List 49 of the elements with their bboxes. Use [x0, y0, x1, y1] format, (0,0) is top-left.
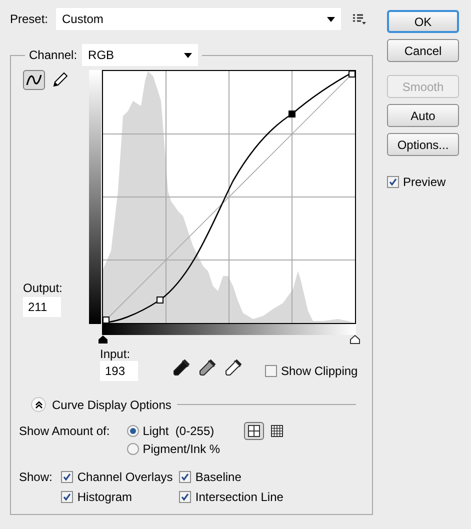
curve-point[interactable]	[102, 316, 110, 324]
radio-label: Pigment/Ink %	[142, 442, 220, 456]
show-label: Show:	[19, 470, 52, 486]
output-label: Output:	[23, 281, 64, 295]
curve-graph[interactable]	[102, 70, 356, 324]
dialog-button[interactable]: Cancel	[387, 39, 459, 62]
grid-icon	[271, 425, 284, 437]
preset-dropdown[interactable]: Custom	[56, 8, 342, 30]
checkbox-label: Channel Overlays	[77, 470, 173, 484]
checkbox-label: Histogram	[77, 490, 132, 504]
list-menu-icon[interactable]	[352, 13, 366, 25]
checkbox[interactable]	[179, 491, 192, 503]
eyedropper-icon	[198, 359, 216, 377]
channel-label: Channel:	[29, 48, 78, 62]
eyedropper-icon	[224, 359, 242, 377]
input-label: Input:	[100, 347, 132, 361]
checkbox[interactable]	[61, 471, 74, 483]
checkbox[interactable]	[179, 471, 192, 483]
curve-icon	[26, 73, 42, 87]
input-slider-handle[interactable]	[350, 335, 360, 344]
pencil-icon	[52, 72, 68, 88]
checkbox[interactable]	[61, 491, 74, 503]
eyedropper-icon	[172, 359, 190, 377]
radio-button[interactable]	[126, 443, 139, 455]
chevron-icon	[34, 400, 42, 408]
input-slider-handle[interactable]	[98, 335, 108, 344]
show-clipping-label: Show Clipping	[281, 364, 358, 378]
collapse-button[interactable]	[31, 397, 46, 412]
preview-label: Preview	[403, 175, 446, 189]
channel-dropdown[interactable]: RGB	[82, 44, 198, 66]
radio-label: Light (0-255)	[142, 424, 214, 438]
curve-point[interactable]	[156, 296, 164, 304]
checkbox-label: Baseline	[195, 470, 242, 484]
checkbox-label: Intersection Line	[195, 490, 284, 504]
grid-icon	[248, 425, 260, 437]
grid-size-button[interactable]	[244, 422, 264, 440]
dialog-button[interactable]: Auto	[387, 104, 459, 127]
dialog-button[interactable]: Options...	[387, 133, 459, 156]
show-amount-label: Show Amount of:	[19, 424, 110, 440]
curve-tool-button[interactable]	[23, 70, 45, 90]
input-field[interactable]: 193	[100, 361, 138, 381]
section-title: Curve Display Options	[52, 398, 172, 412]
preset-label: Preset:	[10, 12, 48, 26]
checkbox[interactable]	[265, 365, 277, 377]
checkbox[interactable]	[387, 176, 399, 188]
curve-point[interactable]	[348, 70, 356, 78]
output-field[interactable]: 211	[23, 297, 61, 317]
radio-button[interactable]	[126, 425, 139, 437]
dialog-button[interactable]: OK	[387, 10, 459, 33]
